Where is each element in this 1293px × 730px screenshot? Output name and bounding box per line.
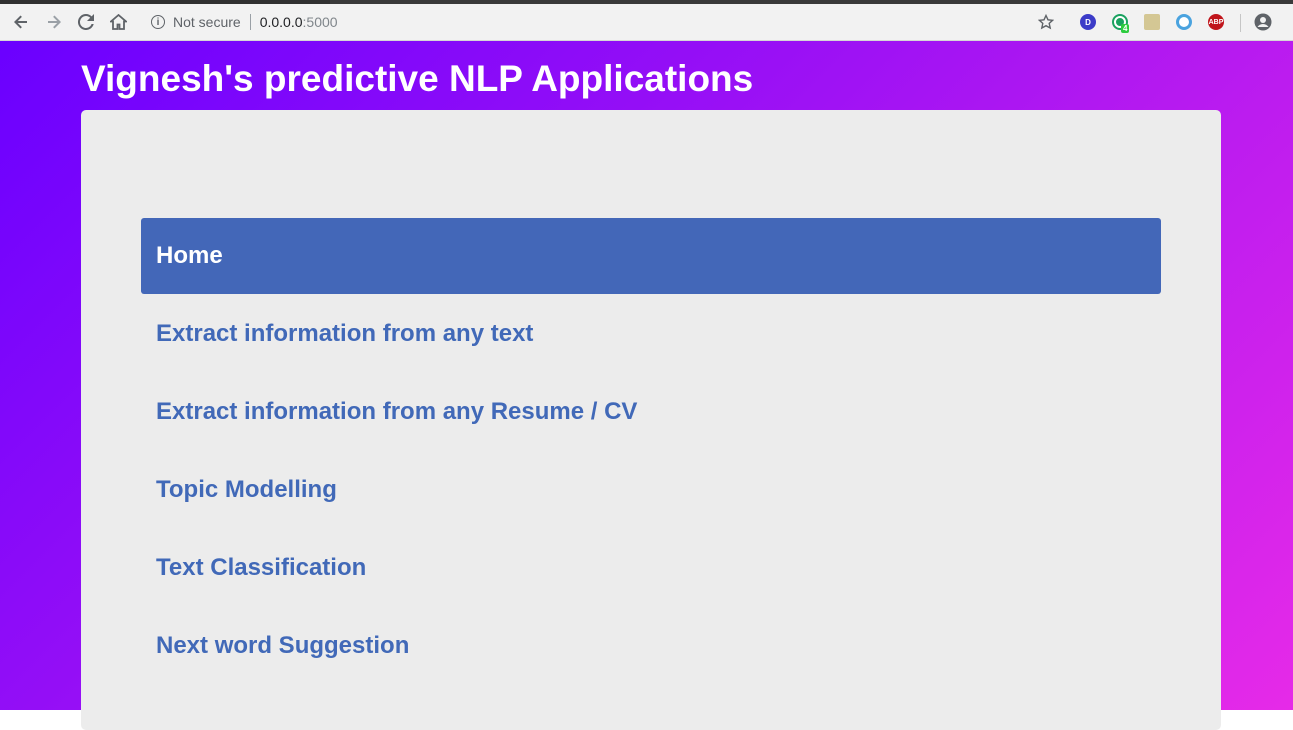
address-separator xyxy=(249,14,251,30)
nav-item-topic-modelling[interactable]: Topic Modelling xyxy=(141,452,1161,528)
security-label: Not secure xyxy=(173,14,241,30)
profile-icon[interactable] xyxy=(1252,11,1274,33)
browser-toolbar: i Not secure 0.0.0.0:5000 D 4 ABP xyxy=(0,4,1293,41)
extension-d-icon[interactable]: D xyxy=(1080,14,1096,30)
extension-grammar-icon[interactable]: 4 xyxy=(1112,14,1130,33)
address-bar[interactable]: i Not secure 0.0.0.0:5000 xyxy=(146,8,1026,36)
forward-icon[interactable] xyxy=(43,11,65,33)
nav-item-text-classification[interactable]: Text Classification xyxy=(141,530,1161,606)
back-icon[interactable] xyxy=(10,11,32,33)
extension-image-icon[interactable] xyxy=(1144,14,1160,30)
extension-badge: 4 xyxy=(1121,24,1130,33)
nav-item-extract-text[interactable]: Extract information from any text xyxy=(141,296,1161,372)
page-content: Vignesh's predictive NLP Applications Ho… xyxy=(0,41,1293,730)
adblock-icon[interactable]: ABP xyxy=(1208,14,1224,30)
nav-item-next-word[interactable]: Next word Suggestion xyxy=(141,608,1161,684)
url-host: 0.0.0.0 xyxy=(259,14,303,30)
bookmark-star-icon[interactable] xyxy=(1035,11,1057,33)
nav-item-home[interactable]: Home xyxy=(141,218,1161,294)
url-port: :5000 xyxy=(302,14,338,30)
adblock-label: ABP xyxy=(1208,18,1224,26)
reload-icon[interactable] xyxy=(75,11,97,33)
info-icon[interactable]: i xyxy=(151,15,165,29)
extension-circle-icon[interactable] xyxy=(1176,14,1192,30)
toolbar-divider xyxy=(1240,14,1241,32)
page-title: Vignesh's predictive NLP Applications xyxy=(81,58,754,99)
nav-card: Home Extract information from any text E… xyxy=(81,110,1221,730)
extension-d-label: D xyxy=(1085,17,1091,27)
nav-list: Home Extract information from any text E… xyxy=(141,218,1161,686)
home-icon[interactable] xyxy=(107,11,129,33)
nav-item-extract-resume[interactable]: Extract information from any Resume / CV xyxy=(141,374,1161,450)
